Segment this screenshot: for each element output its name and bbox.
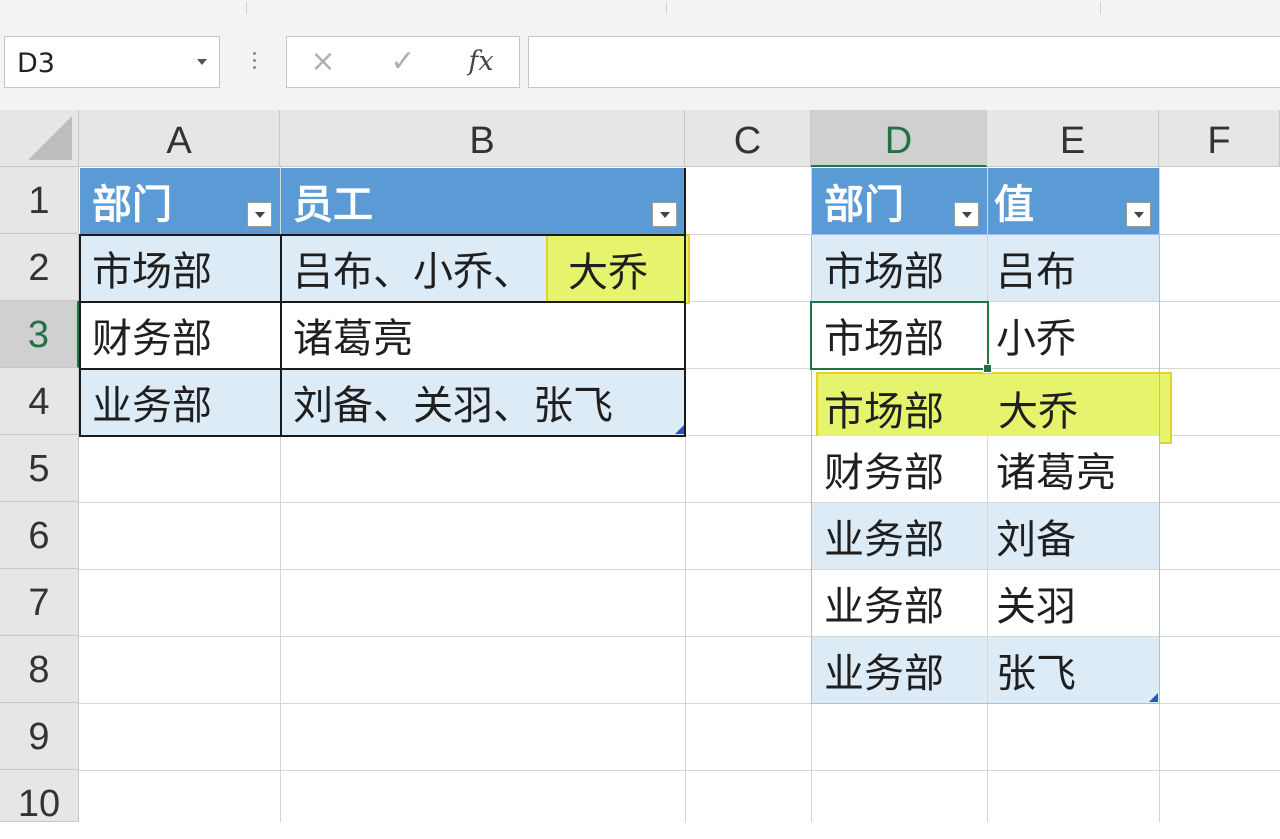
- left-header-staff[interactable]: 员工: [281, 168, 685, 234]
- header-label: 部门: [92, 182, 172, 228]
- row-header-4[interactable]: 4: [0, 368, 79, 435]
- highlighted-value: 大乔: [998, 389, 1078, 435]
- column-header-e[interactable]: E: [987, 110, 1159, 167]
- column-header-b[interactable]: B: [280, 110, 685, 167]
- more-options-icon[interactable]: [250, 48, 258, 78]
- ribbon-strip: [0, 0, 1280, 19]
- highlighted-row: 市场部 大乔: [816, 372, 1172, 444]
- gridline: [79, 703, 1280, 704]
- table-resize-handle[interactable]: [1149, 693, 1158, 702]
- right-cell-e8[interactable]: 张飞: [988, 637, 1159, 703]
- ribbon-separator: [1100, 2, 1101, 14]
- right-cell-d2[interactable]: 市场部: [812, 235, 987, 301]
- right-cell-e3[interactable]: 小乔: [988, 302, 1159, 368]
- formula-bar: D3 × ✓ fx: [0, 18, 1280, 110]
- header-label: 值: [994, 182, 1034, 228]
- row-header-5[interactable]: 5: [0, 435, 79, 502]
- filter-dropdown-icon[interactable]: [247, 202, 272, 227]
- function-icon[interactable]: fx: [459, 45, 503, 79]
- ribbon-separator: [246, 2, 247, 14]
- right-cell-e7[interactable]: 关羽: [988, 570, 1159, 636]
- right-cell-d8[interactable]: 业务部: [812, 637, 987, 703]
- formula-input[interactable]: [528, 36, 1280, 88]
- filter-dropdown-icon[interactable]: [954, 202, 979, 227]
- name-box[interactable]: D3: [4, 36, 220, 88]
- gridline: [79, 770, 1280, 771]
- ribbon-separator: [666, 2, 667, 14]
- column-header-a[interactable]: A: [79, 110, 280, 167]
- left-cell-a4[interactable]: 业务部: [80, 369, 280, 435]
- column-header-d[interactable]: D: [811, 110, 987, 167]
- table-resize-handle[interactable]: [675, 425, 684, 434]
- row-header-6[interactable]: 6: [0, 502, 79, 569]
- left-cell-a2[interactable]: 市场部: [80, 235, 280, 301]
- enter-icon[interactable]: ✓: [381, 45, 425, 79]
- highlighted-name: 大乔: [546, 234, 690, 304]
- left-cell-a3[interactable]: 财务部: [80, 302, 280, 368]
- right-cell-e6[interactable]: 刘备: [988, 503, 1159, 569]
- row-header-9[interactable]: 9: [0, 703, 79, 770]
- right-cell-d6[interactable]: 业务部: [812, 503, 987, 569]
- select-all-button[interactable]: [0, 110, 79, 167]
- dropdown-arrow-icon[interactable]: [197, 59, 207, 65]
- right-cell-e2[interactable]: 吕布: [988, 235, 1159, 301]
- row-header-8[interactable]: 8: [0, 636, 79, 703]
- select-all-icon: [28, 116, 72, 160]
- column-header-f[interactable]: F: [1159, 110, 1280, 167]
- column-header-c[interactable]: C: [685, 110, 811, 167]
- left-cell-b4[interactable]: 刘备、关羽、张飞: [281, 369, 685, 435]
- row-header-3[interactable]: 3: [0, 301, 79, 368]
- name-box-value: D3: [17, 48, 55, 79]
- gridline: [1159, 167, 1160, 822]
- filter-dropdown-icon[interactable]: [1126, 202, 1151, 227]
- spreadsheet-grid: A B C D E F 1 2 3 4 5 6 7 8 9 10 部门 员工 市…: [0, 110, 1280, 825]
- right-cell-d7[interactable]: 业务部: [812, 570, 987, 636]
- fill-handle[interactable]: [983, 364, 992, 373]
- right-cell-d5[interactable]: 财务部: [812, 436, 987, 502]
- row-header-2[interactable]: 2: [0, 234, 79, 301]
- filter-dropdown-icon[interactable]: [652, 202, 677, 227]
- right-cell-e5[interactable]: 诸葛亮: [988, 436, 1159, 502]
- formula-buttons: × ✓ fx: [286, 36, 520, 88]
- row-header-10[interactable]: 10: [0, 770, 79, 825]
- left-cell-b3[interactable]: 诸葛亮: [281, 302, 685, 368]
- header-label: 部门: [824, 182, 904, 228]
- cancel-icon[interactable]: ×: [301, 45, 345, 79]
- active-cell-selection[interactable]: [810, 301, 989, 370]
- row-header-1[interactable]: 1: [0, 167, 79, 234]
- highlighted-dept: 市场部: [824, 389, 944, 435]
- header-label: 员工: [293, 182, 373, 228]
- row-header-7[interactable]: 7: [0, 569, 79, 636]
